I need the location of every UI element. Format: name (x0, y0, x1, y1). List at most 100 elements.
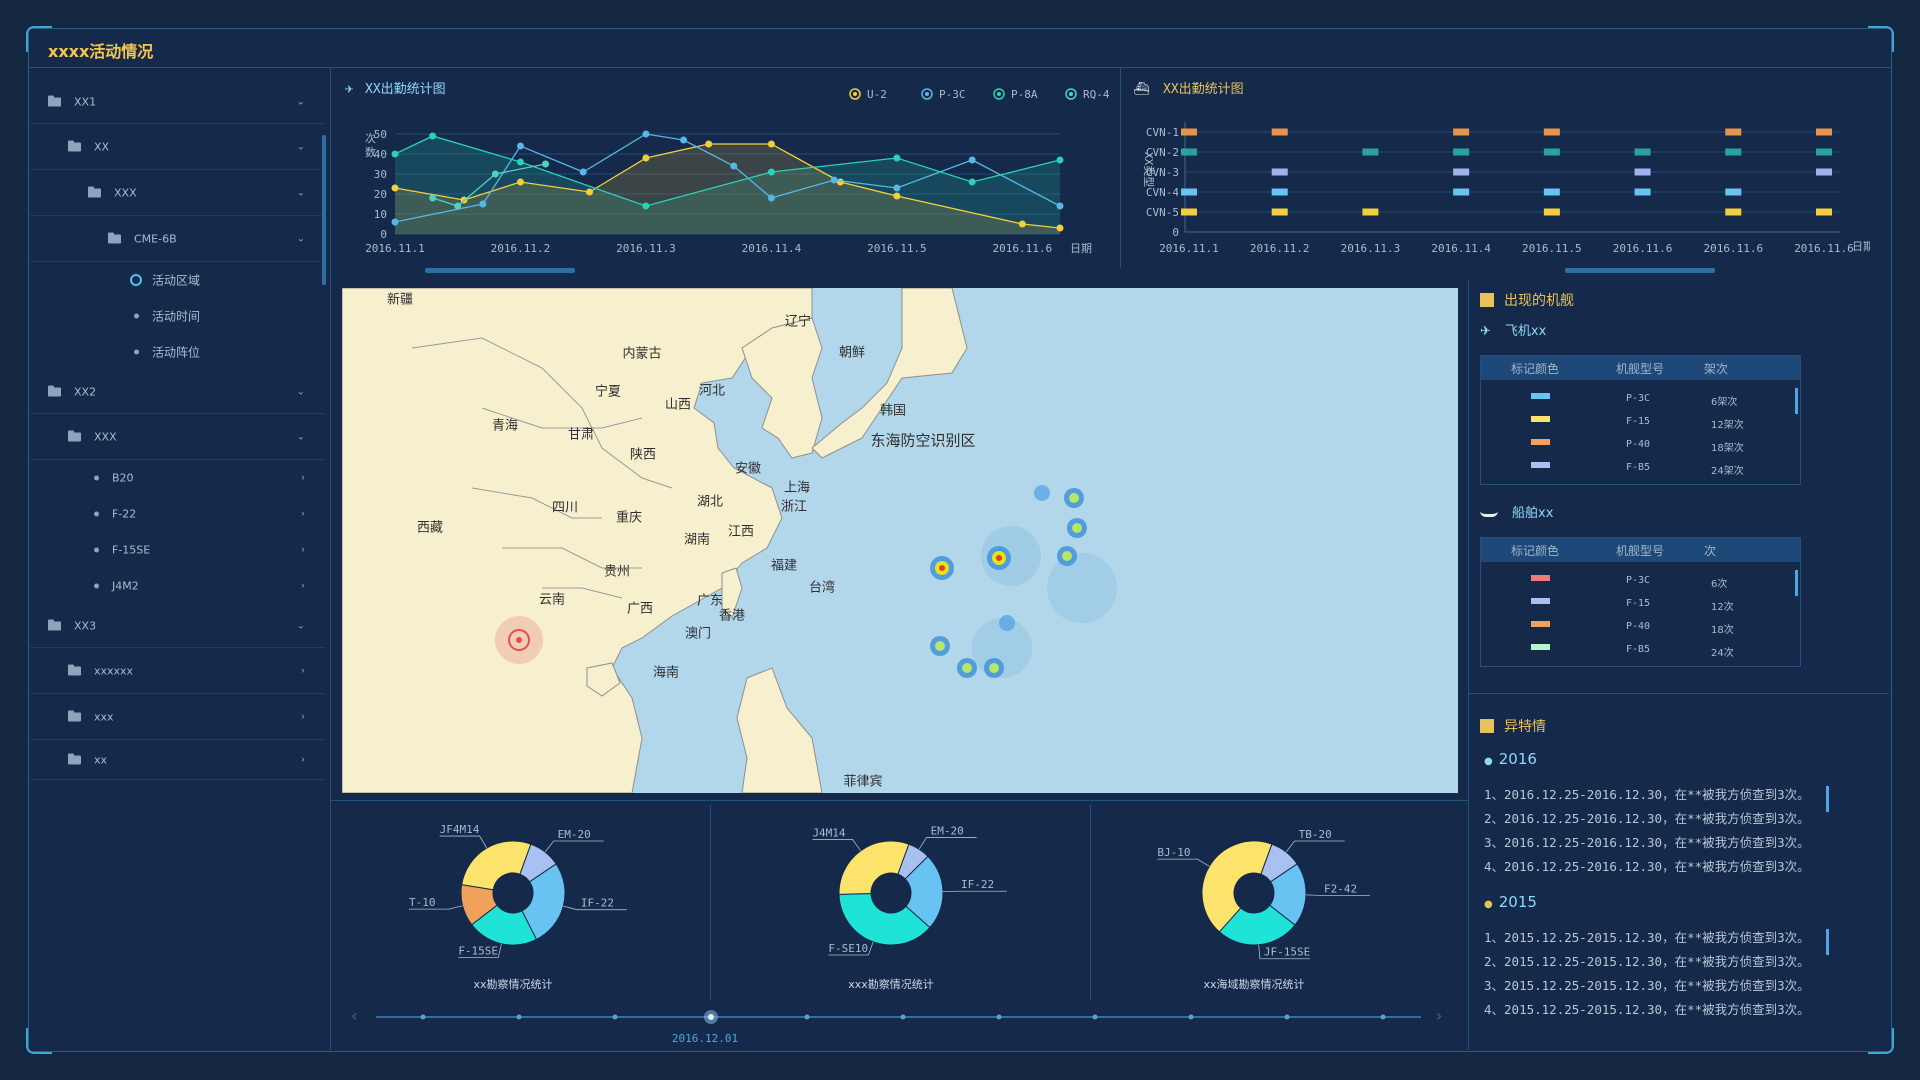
x-tick-label: 2016.11.6 (1703, 242, 1763, 255)
map-label: 新疆 (386, 292, 414, 308)
sidebar-item[interactable]: XX ⌄ (30, 124, 325, 170)
anomaly-panel-title: 异特情 (1480, 716, 1546, 736)
scatter-chart: ⛴ XX出勤统计图XX类型CVN-1CVN-2CVN-3CVN-4CVN-5020… (1133, 81, 1870, 273)
sidebar-item[interactable]: xxx › (30, 694, 325, 740)
data-mark (1362, 208, 1379, 216)
sidebar-item[interactable]: F-15SE › (30, 532, 325, 568)
list-scrollbar[interactable] (1826, 786, 1829, 812)
sidebar-item[interactable]: XXX ⌄ (30, 414, 325, 460)
chevron-down-icon[interactable]: ⌄ (297, 96, 305, 107)
map-view[interactable]: 新疆 内蒙古 辽宁 朝鲜 宁夏 山西 河北 韩国 青海 甘肃 东海防空识别区 陕西 安徽 上海 四川 湖北 浙江… (342, 288, 1458, 793)
table-scrollbar[interactable] (1795, 570, 1798, 596)
list-scrollbar[interactable] (1826, 929, 1829, 955)
count-cell: 18架次 (1711, 443, 1744, 454)
sidebar-item[interactable]: 活动阵位 (30, 334, 325, 370)
chevron-down-icon[interactable]: ⌄ (297, 431, 305, 442)
data-mark (1271, 208, 1288, 216)
chevron-right-icon[interactable]: › (301, 754, 305, 765)
table-scrollbar[interactable] (1795, 388, 1798, 414)
sidebar-item[interactable]: B20 › (30, 460, 325, 496)
data-mark (1634, 168, 1651, 176)
chevron-right-icon[interactable]: › (301, 665, 305, 676)
y-tick-label: 40 (374, 148, 387, 161)
count-cell: 12次 (1711, 602, 1734, 613)
sidebar-item[interactable]: xx › (30, 740, 325, 780)
sidebar-item[interactable]: F-22 › (30, 496, 325, 532)
data-point (454, 202, 462, 210)
chevron-right-icon[interactable]: › (301, 509, 305, 520)
y-tick-label: CVN-3 (1146, 166, 1179, 179)
chevron-down-icon[interactable]: ⌄ (297, 187, 305, 198)
year-heading: ● 2015 (1484, 893, 1537, 911)
data-mark (1543, 128, 1560, 136)
chevron-right-icon[interactable]: › (301, 473, 305, 484)
chevron-right-icon[interactable]: › (301, 545, 305, 556)
y-tick-label: 20 (374, 188, 387, 201)
sidebar-item[interactable]: XX2 ⌄ (30, 370, 325, 414)
plane-icon: ✈ (345, 81, 354, 97)
legend-label: P-3C (939, 88, 966, 101)
sidebar-item[interactable]: XX1 ⌄ (30, 80, 325, 124)
sidebar-item[interactable]: xxxxxx › (30, 648, 325, 694)
anomaly-item: 2、2015.12.25-2015.12.30，在**被我方侦查到3次。 (1484, 954, 1810, 969)
sidebar-item[interactable]: CME-6B ⌄ (30, 216, 325, 262)
color-swatch (1531, 393, 1550, 399)
chevron-down-icon[interactable]: ⌄ (297, 141, 305, 152)
model-cell: F-B5 (1626, 644, 1651, 655)
map-label: 海南 (652, 665, 680, 681)
column-header: 架次 (1704, 362, 1729, 376)
pie-title: xx海域勘察情况统计 (1203, 977, 1304, 991)
chevron-down-icon[interactable]: ⌄ (297, 386, 305, 397)
model-cell: F-15 (1626, 598, 1651, 609)
sidebar-item[interactable]: XX3 ⌄ (30, 604, 325, 648)
timeline-tick (612, 1014, 618, 1020)
chevron-right-icon[interactable]: › (301, 581, 305, 592)
map-label: 云南 (538, 592, 566, 608)
equipment-panel-title: 出现的机舰 (1480, 290, 1574, 310)
data-point (579, 168, 587, 176)
timeline-tick (1380, 1014, 1386, 1020)
data-point (429, 132, 437, 140)
map-label: 宁夏 (594, 384, 622, 400)
chevron-right-icon[interactable]: › (301, 711, 305, 722)
pie-label: BJ-10 (1157, 846, 1190, 859)
x-tick-label: 2016.11.6 (1613, 242, 1673, 255)
sidebar-item[interactable]: XXX ⌄ (30, 170, 325, 216)
data-point (836, 178, 844, 186)
pie-title: xx勘察情况统计 (473, 977, 552, 991)
table-row: F-15 12次 (1481, 593, 1800, 616)
data-point (391, 218, 399, 226)
anomaly-item: 1、2016.12.25-2016.12.30，在**被我方侦查到3次。 (1484, 787, 1810, 802)
model-cell: P-40 (1626, 621, 1651, 632)
sidebar-item[interactable]: 活动时间 (30, 298, 325, 334)
data-point (705, 140, 713, 148)
chevron-down-icon[interactable]: ⌄ (297, 233, 305, 244)
x-tick-label: 2016.11.1 (1159, 242, 1219, 255)
pie-leader-line (1157, 858, 1210, 867)
table-header: 标记颜色 机舰型号 次 (1481, 538, 1800, 562)
map-label: 安徽 (734, 461, 762, 477)
y-tick-label: 0 (1172, 226, 1179, 239)
folder-icon (68, 140, 81, 151)
note-icon (1480, 719, 1494, 733)
map-label: 东海防空识别区 (870, 431, 976, 450)
frame-corner-br (1868, 1028, 1894, 1054)
data-point (767, 140, 775, 148)
map-label: 韩国 (879, 403, 907, 419)
data-point (893, 192, 901, 200)
timeline-slider[interactable]: ‹ › 2016.12.01 (331, 1000, 1469, 1048)
page-title: xxxx活动情况 (48, 42, 154, 61)
sidebar-scrollbar[interactable] (322, 135, 326, 285)
sidebar-item[interactable]: J4M2 › (30, 568, 325, 604)
pie-label: IF-22 (961, 878, 994, 891)
sidebar-item[interactable]: 活动区域 (30, 262, 325, 298)
aircraft-table: 标记颜色 机舰型号 架次 P-3C 6架次 F-15 12架次 P-40 18架次 F-B5 24架… (1480, 355, 1801, 485)
x-axis-label: 日期 (1070, 242, 1092, 255)
legend-marker-dot (1069, 92, 1073, 96)
chevron-down-icon[interactable]: ⌄ (297, 620, 305, 631)
legend-marker-dot (997, 92, 1001, 96)
data-point (1018, 220, 1026, 228)
x-tick-label: 2016.11.3 (1341, 242, 1401, 255)
y-tick-label: 0 (380, 228, 387, 241)
chart-title: XX出勤统计图 (365, 82, 446, 97)
